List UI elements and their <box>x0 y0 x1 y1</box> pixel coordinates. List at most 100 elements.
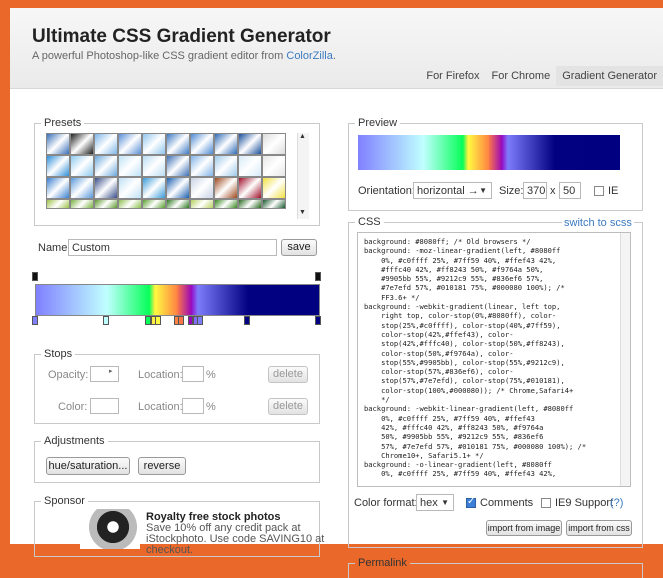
reverse-button[interactable]: reverse <box>138 457 186 475</box>
page-title: Ultimate CSS Gradient Generator <box>32 26 331 47</box>
preset-swatch[interactable] <box>94 133 118 155</box>
opacity-stop-left[interactable] <box>32 272 38 281</box>
preset-swatch[interactable] <box>46 133 70 155</box>
import-from-image-button[interactable]: import from image <box>486 520 562 536</box>
preset-swatch[interactable] <box>166 133 190 155</box>
tab-gradient-generator[interactable]: Gradient Generator <box>556 66 663 86</box>
preset-swatch[interactable] <box>94 199 118 209</box>
scroll-up-icon[interactable]: ▲ <box>299 133 306 140</box>
color-stop-marker[interactable] <box>102 316 109 325</box>
subtitle-end: . <box>332 50 336 62</box>
ie9-help-link[interactable]: (?) <box>610 497 623 509</box>
name-input[interactable]: Custom <box>68 239 277 256</box>
color-stop-marker[interactable] <box>177 316 184 325</box>
preset-swatch[interactable] <box>70 199 94 209</box>
preset-swatch[interactable] <box>70 177 94 199</box>
presets-scrollbar[interactable] <box>297 133 309 219</box>
preset-swatch[interactable] <box>46 155 70 177</box>
css-scrollbar[interactable] <box>620 233 630 486</box>
comments-checkbox[interactable] <box>466 496 476 508</box>
orientation-label: Orientation: <box>358 185 415 197</box>
preset-swatch[interactable] <box>118 177 142 199</box>
color-stop-marker[interactable] <box>154 316 161 325</box>
color-stop-marker[interactable] <box>244 316 251 325</box>
chevron-down-icon: ▼ <box>479 186 487 195</box>
ie9-support-checkbox[interactable] <box>541 498 551 508</box>
preset-swatch[interactable] <box>118 133 142 155</box>
preset-swatch[interactable] <box>238 199 262 209</box>
preset-swatch[interactable] <box>238 133 262 155</box>
chevron-down-icon: ▼ <box>441 498 449 507</box>
preset-swatch[interactable] <box>142 133 166 155</box>
color-input[interactable] <box>90 398 119 414</box>
gradient-bar[interactable] <box>35 284 320 316</box>
preset-swatch[interactable] <box>262 177 286 199</box>
tab-for-chrome[interactable]: For Chrome <box>486 66 557 86</box>
css-code: background: #8080ff; /* Old browsers */ … <box>364 237 587 479</box>
opacity-arrow-icon[interactable]: ▸ <box>109 367 113 375</box>
preset-swatch[interactable] <box>190 199 214 209</box>
orientation-select[interactable]: horizontal → ▼ <box>413 182 492 199</box>
preset-swatch[interactable] <box>46 199 70 209</box>
preset-swatch[interactable] <box>238 155 262 177</box>
import-from-css-button[interactable]: import from css <box>566 520 632 536</box>
height-input[interactable]: 50 <box>559 182 581 199</box>
color-format-label: Color format: <box>354 497 418 509</box>
preset-swatch[interactable] <box>70 155 94 177</box>
delete-opacity-stop-button[interactable]: delete <box>268 366 308 383</box>
preset-swatch[interactable] <box>262 199 286 209</box>
preset-swatch[interactable] <box>94 155 118 177</box>
ie-label: IE <box>608 185 619 197</box>
preset-swatch[interactable] <box>166 155 190 177</box>
preset-swatch[interactable] <box>118 155 142 177</box>
preset-swatch[interactable] <box>142 155 166 177</box>
preset-swatch[interactable] <box>118 199 142 209</box>
preset-swatch[interactable] <box>166 199 190 209</box>
preset-swatch[interactable] <box>46 177 70 199</box>
preset-swatch[interactable] <box>142 199 166 209</box>
preset-swatch[interactable] <box>238 177 262 199</box>
save-button[interactable]: save <box>281 239 317 256</box>
preview-legend: Preview <box>358 117 398 129</box>
preset-swatch[interactable] <box>142 177 166 199</box>
preset-swatch[interactable] <box>214 133 238 155</box>
sponsor-legend: Sponsor <box>44 495 85 507</box>
preset-swatch[interactable] <box>262 133 286 155</box>
color-location-input[interactable] <box>182 398 204 414</box>
ie9-support-label: IE9 Support <box>555 497 614 509</box>
preset-swatch[interactable] <box>70 133 94 155</box>
opacity-label: Opacity: <box>48 369 89 381</box>
hue-saturation-button[interactable]: hue/saturation... <box>46 457 130 475</box>
opacity-stop-right[interactable] <box>315 272 321 281</box>
page: Ultimate CSS Gradient Generator A powerf… <box>10 8 663 578</box>
sponsor-image[interactable] <box>80 509 140 549</box>
width-input[interactable]: 370 <box>523 182 547 199</box>
preset-swatch[interactable] <box>262 155 286 177</box>
color-format-value: hex <box>420 497 438 509</box>
colorzilla-link[interactable]: ColorZilla <box>286 50 332 62</box>
css-code-box[interactable]: background: #8080ff; /* Old browsers */ … <box>357 232 631 487</box>
color-stop-marker[interactable] <box>315 316 321 325</box>
color-stop-marker[interactable] <box>32 316 38 325</box>
preset-swatch[interactable] <box>190 155 214 177</box>
ie-checkbox[interactable] <box>594 186 604 196</box>
preset-swatch[interactable] <box>214 155 238 177</box>
opacity-location-input[interactable] <box>182 366 204 382</box>
scroll-down-icon[interactable]: ▼ <box>299 209 306 216</box>
preset-swatch[interactable] <box>214 199 238 209</box>
switch-to-scss-link[interactable]: switch to scss <box>562 217 634 229</box>
opacity-input[interactable] <box>90 366 119 382</box>
color-format-select[interactable]: hex ▼ <box>416 494 454 511</box>
preset-swatch[interactable] <box>94 177 118 199</box>
presets-legend: Presets <box>44 117 82 129</box>
color-stop-marker[interactable] <box>197 316 204 325</box>
css-legend: CSS <box>358 216 381 228</box>
tab-for-firefox[interactable]: For Firefox <box>420 66 485 86</box>
preset-swatch[interactable] <box>190 133 214 155</box>
preset-swatch[interactable] <box>166 177 190 199</box>
preset-swatch[interactable] <box>214 177 238 199</box>
delete-color-stop-button[interactable]: delete <box>268 398 308 415</box>
opacity-percent: % <box>206 369 216 381</box>
page-header: Ultimate CSS Gradient Generator A powerf… <box>10 8 663 89</box>
preset-swatch[interactable] <box>190 177 214 199</box>
